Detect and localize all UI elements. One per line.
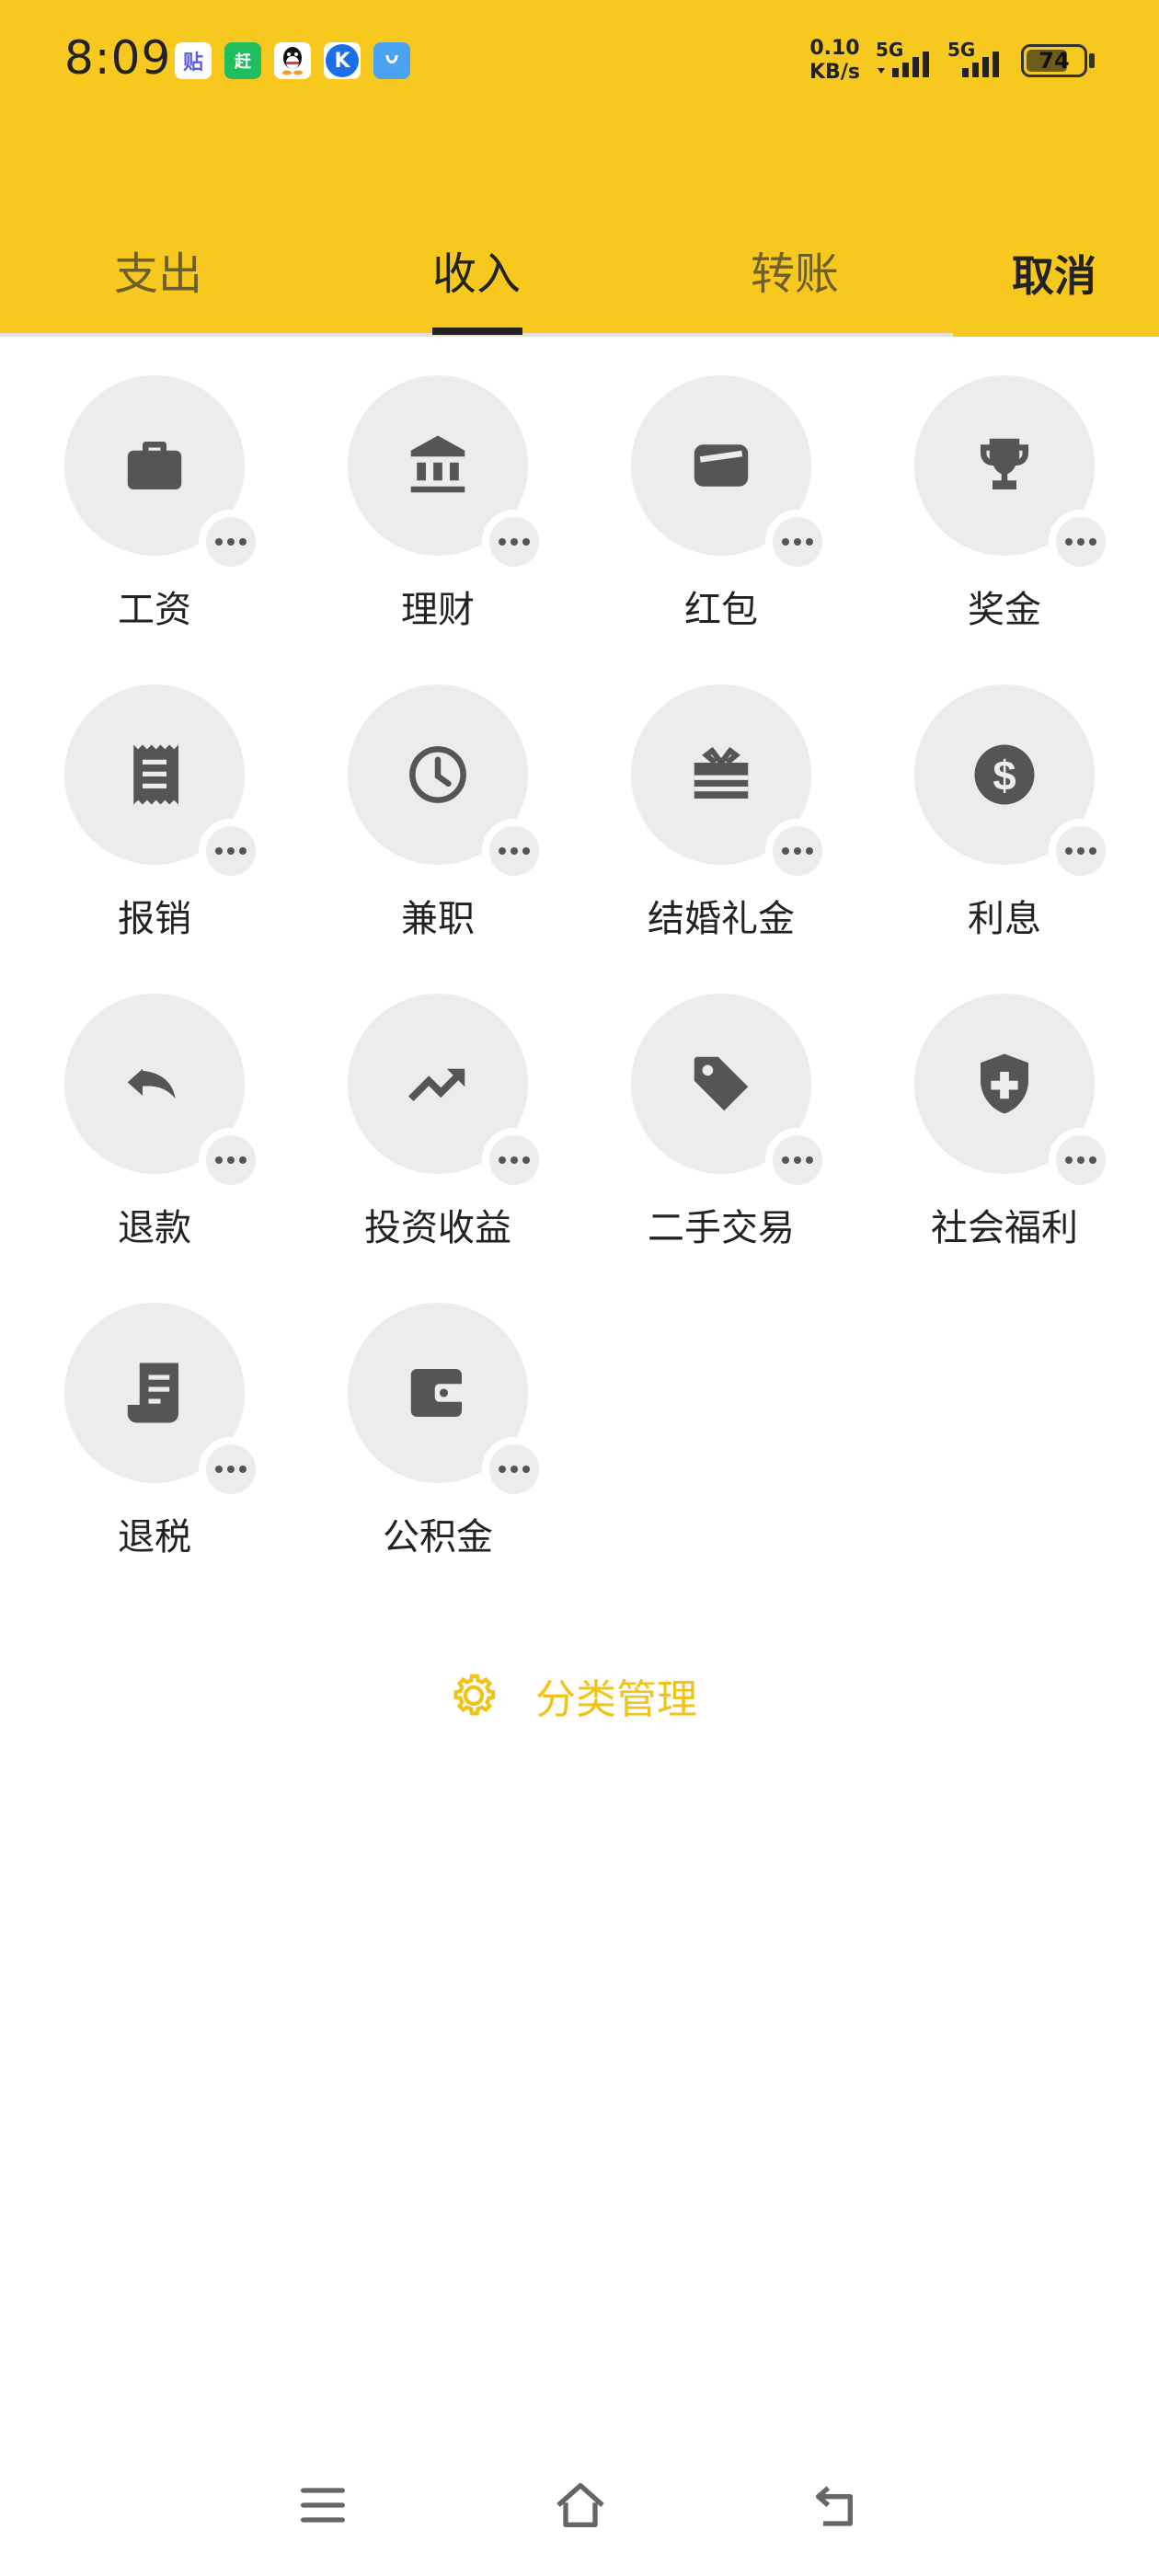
more-options-button[interactable]: [765, 1128, 830, 1192]
tax-receipt-icon: [127, 1363, 178, 1423]
cancel-button[interactable]: 取消: [1012, 243, 1096, 304]
blue-app-icon: [373, 42, 410, 79]
home-icon: [557, 2483, 604, 2527]
system-navigation-bar: [0, 2466, 1159, 2548]
back-icon: [816, 2486, 853, 2526]
svg-text:$: $: [993, 752, 1016, 799]
home-button[interactable]: [548, 2473, 613, 2537]
category-item-tax-refund[interactable]: 退税: [0, 1303, 283, 1579]
tab-income[interactable]: 收入: [432, 237, 521, 302]
more-options-button[interactable]: [482, 1128, 546, 1192]
category-label: 退税: [118, 1516, 191, 1558]
back-button[interactable]: [806, 2473, 870, 2537]
category-item-part-time[interactable]: 兼职: [283, 684, 567, 960]
category-item-bonus[interactable]: 奖金: [850, 375, 1133, 651]
more-options-button[interactable]: [765, 819, 830, 883]
clock-icon: [409, 746, 466, 803]
kuaishou-news-app-icon: 赶: [224, 42, 261, 79]
category-label: 理财: [401, 589, 475, 631]
category-item-investment-return[interactable]: 投资收益: [283, 994, 567, 1270]
category-item-salary[interactable]: 工资: [0, 375, 283, 651]
category-item-finance[interactable]: 理财: [283, 375, 567, 651]
menu-button[interactable]: [291, 2473, 355, 2537]
more-options-button[interactable]: [482, 1437, 546, 1501]
active-tab-indicator: [432, 328, 522, 335]
undo-icon: [127, 1068, 176, 1099]
type-tabs: 支出 收入 转账 取消: [0, 221, 1159, 337]
menu-icon: [301, 2488, 345, 2523]
network-speed-value: 0.10: [809, 37, 860, 60]
network-speed-unit: KB/s: [809, 61, 860, 84]
category-label: 社会福利: [931, 1207, 1078, 1249]
header: 8:09 贴 赶 K 0.10 KB/s 5G 5G 74 支出 收入 转账 取…: [0, 0, 1159, 337]
bank-icon: [410, 435, 465, 493]
category-item-wedding-gift[interactable]: 结婚礼金: [567, 684, 850, 960]
category-item-reimbursement[interactable]: 报销: [0, 684, 283, 960]
category-item-social-welfare[interactable]: 社会福利: [850, 994, 1133, 1270]
briefcase-icon: [127, 442, 182, 489]
category-item-refund[interactable]: 退款: [0, 994, 283, 1270]
battery-level: 74: [1039, 48, 1070, 74]
category-item-second-hand[interactable]: 二手交易: [567, 994, 850, 1270]
tab-transfer[interactable]: 转账: [751, 237, 839, 302]
more-options-button[interactable]: [1049, 819, 1113, 883]
more-options-button[interactable]: [482, 510, 546, 574]
category-label: 结婚礼金: [648, 898, 795, 940]
category-label: 利息: [968, 898, 1041, 940]
category-label: 报销: [118, 898, 191, 940]
more-options-button[interactable]: [199, 510, 263, 574]
category-management-button[interactable]: 分类管理: [445, 1663, 697, 1728]
shield-plus-icon: [981, 1053, 1028, 1114]
network-speed: 0.10 KB/s: [809, 37, 860, 85]
more-options-button[interactable]: [199, 819, 263, 883]
status-bar: 8:09 贴 赶 K 0.10 KB/s 5G 5G 74: [0, 0, 1159, 129]
wallet-card-icon: [694, 444, 749, 487]
category-management-label: 分类管理: [535, 1676, 697, 1723]
category-label: 兼职: [401, 898, 475, 940]
category-label: 红包: [684, 589, 758, 631]
trending-up-icon: [407, 1068, 465, 1102]
battery-tip: [1089, 53, 1095, 68]
more-options-button[interactable]: [482, 819, 546, 883]
more-options-button[interactable]: [199, 1128, 263, 1192]
tag-icon: [694, 1056, 749, 1111]
gear-icon: [453, 1673, 496, 1716]
tieba-app-icon: 贴: [175, 42, 212, 79]
signal-strength-2-icon: [962, 52, 999, 77]
category-label: 退款: [118, 1207, 191, 1249]
category-label: 投资收益: [364, 1207, 511, 1249]
more-options-button[interactable]: [1049, 510, 1113, 574]
k-app-icon: K: [324, 42, 361, 79]
qq-app-icon: [274, 42, 311, 79]
category-label: 公积金: [383, 1516, 493, 1558]
category-label: 奖金: [968, 589, 1041, 631]
battery-icon: 74: [1021, 44, 1087, 77]
category-item-red-packet[interactable]: 红包: [567, 375, 850, 651]
category-item-housing-fund[interactable]: 公积金: [283, 1303, 567, 1579]
signal-strength-icon: [878, 52, 929, 77]
category-label: 二手交易: [648, 1207, 795, 1249]
more-options-button[interactable]: [765, 510, 830, 574]
status-time: 8:09: [64, 31, 172, 85]
trophy-icon: [981, 438, 1028, 489]
dollar-coin-icon: $: [974, 744, 1035, 805]
category-item-interest[interactable]: $ 利息: [850, 684, 1133, 960]
more-options-button[interactable]: [1049, 1128, 1113, 1192]
tab-expense[interactable]: 支出: [114, 237, 202, 302]
category-label: 工资: [118, 589, 191, 631]
gift-card-icon: [694, 746, 749, 799]
more-options-button[interactable]: [199, 1437, 263, 1501]
receipt-icon: [133, 744, 178, 805]
wallet-icon: [410, 1369, 468, 1417]
